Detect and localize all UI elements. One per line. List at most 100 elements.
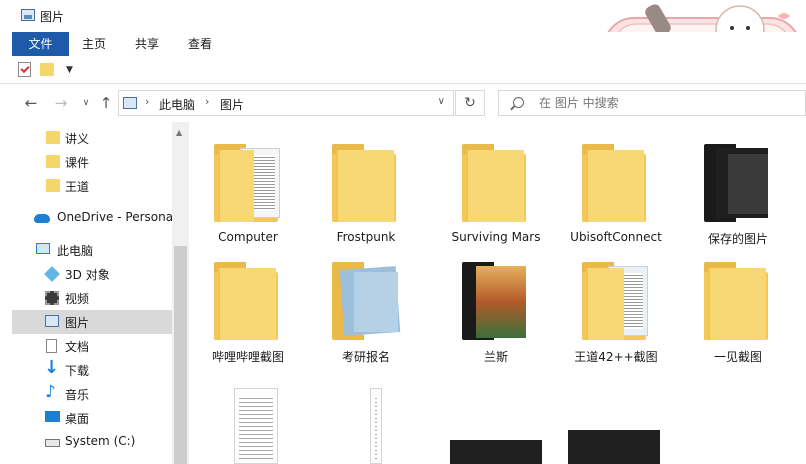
back-arrow-icon[interactable]: ← — [21, 94, 41, 112]
nav-item-label: 图片 — [65, 316, 90, 330]
window-title: 图片 — [40, 10, 65, 24]
folder-icon — [582, 262, 650, 340]
folder-label: 一见截图 — [713, 350, 762, 364]
folder-label: 兰斯 — [483, 350, 508, 364]
folder-tile[interactable]: 王道42++截图 — [560, 240, 672, 364]
nav-item-label: 文档 — [65, 340, 90, 354]
nav-item-label: 视频 — [65, 292, 90, 306]
folder-tile[interactable]: 兰斯 — [440, 240, 552, 364]
nav-item-desktop[interactable]: 桌面 — [12, 406, 172, 430]
customize-toolbar-chevron-down-icon[interactable]: ▼ — [66, 65, 73, 75]
address-history-chevron-down-icon[interactable]: ∨ — [438, 96, 445, 107]
3d-objects-icon — [44, 266, 60, 282]
tab-share[interactable]: 共享 — [122, 32, 172, 56]
search-box[interactable] — [498, 90, 806, 116]
desktop-icon — [45, 411, 60, 422]
folder-tile[interactable]: Frostpunk — [310, 122, 422, 244]
image-thumbnail[interactable] — [370, 388, 382, 464]
tab-file[interactable]: 文件 — [12, 32, 69, 56]
nav-item-label: 此电脑 — [57, 244, 94, 258]
search-input[interactable] — [539, 96, 789, 110]
folder-tile[interactable]: Surviving Mars — [440, 122, 552, 244]
computer-icon — [36, 243, 50, 254]
image-thumbnail[interactable] — [450, 440, 542, 464]
folder-icon — [46, 155, 60, 168]
up-arrow-icon[interactable]: ↑ — [96, 94, 116, 112]
folder-label: 考研报名 — [341, 350, 390, 364]
folder-icon — [332, 262, 401, 340]
image-thumbnail[interactable] — [568, 430, 660, 464]
folder-icon — [214, 262, 282, 340]
folder-tile[interactable]: 考研报名 — [310, 240, 422, 364]
pictures-icon — [45, 315, 59, 327]
folder-icon — [704, 262, 772, 340]
nav-item-3d-objects[interactable]: 3D 对象 — [12, 262, 172, 286]
folder-icon — [582, 144, 650, 222]
nav-item-label: 下载 — [65, 364, 90, 378]
nav-item-label: 王道 — [65, 180, 90, 194]
nav-item-label: 音乐 — [65, 388, 90, 402]
nav-item-label: OneDrive - Persona — [57, 210, 172, 224]
folder-icon — [214, 144, 282, 222]
address-row: ← → ∨ ↑ › 此电脑 › 图片 ∨ ↻ — [0, 86, 806, 120]
scroll-up-icon[interactable]: ▲ — [176, 128, 182, 137]
ribbon-tabs: 文件 主页 共享 查看 — [0, 32, 806, 56]
folder-tile[interactable]: UbisoftConnect — [560, 122, 672, 244]
refresh-button[interactable]: ↻ — [455, 90, 485, 116]
breadcrumb-chevron-icon[interactable]: › — [205, 95, 209, 108]
documents-icon — [46, 339, 57, 353]
folder-tile[interactable]: 保存的图片 — [682, 122, 794, 246]
nav-item-wangdao[interactable]: 王道 — [12, 174, 172, 198]
nav-item-label: 讲义 — [65, 132, 90, 146]
image-thumbnail[interactable] — [234, 388, 278, 464]
address-bar[interactable]: › 此电脑 › 图片 ∨ — [118, 90, 454, 116]
tab-view[interactable]: 查看 — [176, 32, 224, 56]
nav-item-label: 桌面 — [65, 412, 90, 426]
video-icon — [45, 291, 59, 305]
refresh-icon: ↻ — [464, 95, 476, 111]
breadcrumb-pictures[interactable]: 图片 — [220, 96, 244, 113]
folder-tile[interactable]: Computer — [192, 122, 304, 244]
folder-icon — [704, 144, 772, 222]
folder-tile[interactable]: 一见截图 — [682, 240, 794, 364]
nav-item-music[interactable]: 音乐 — [12, 382, 172, 406]
forward-arrow-icon[interactable]: → — [51, 94, 71, 112]
nav-scrollbar[interactable]: ▲ — [172, 122, 189, 464]
folder-label: 哔哩哔哩截图 — [211, 350, 284, 364]
nav-item-label: System (C:) — [65, 434, 136, 448]
tab-home[interactable]: 主页 — [70, 32, 118, 56]
nav-item-label: 课件 — [65, 156, 90, 170]
new-folder-icon[interactable] — [40, 63, 54, 76]
search-icon — [513, 97, 524, 108]
folder-icon — [462, 144, 530, 222]
onedrive-cloud-icon — [34, 214, 50, 223]
nav-item-system-c[interactable]: System (C:) — [12, 430, 172, 454]
nav-item-downloads[interactable]: 下载 — [12, 357, 172, 382]
breadcrumb-chevron-icon[interactable]: › — [145, 95, 149, 108]
navigation-pane: 讲义 课件 王道 OneDrive - Persona 此电脑 3D 对象 视频… — [0, 122, 190, 464]
nav-item-documents[interactable]: 文档 — [12, 334, 172, 358]
pictures-icon — [123, 97, 137, 109]
file-list: Computer Frostpunk Surviving Mars Ubisof… — [192, 122, 806, 464]
folder-icon — [46, 179, 60, 192]
music-icon — [45, 382, 59, 402]
breadcrumb-this-pc[interactable]: 此电脑 — [159, 96, 195, 113]
folder-label: 王道42++截图 — [574, 350, 658, 364]
nav-item-this-pc[interactable]: 此电脑 — [12, 238, 172, 262]
quick-access-toolbar: ▼ — [0, 56, 806, 84]
drive-icon — [45, 439, 60, 447]
folder-tile[interactable]: 哔哩哔哩截图 — [192, 240, 304, 364]
nav-item-jiangyi[interactable]: 讲义 — [12, 126, 172, 150]
scroll-thumb[interactable] — [174, 246, 187, 464]
folder-icon — [46, 131, 60, 144]
pictures-icon — [21, 9, 35, 21]
recent-locations-chevron-down-icon[interactable]: ∨ — [76, 98, 96, 108]
download-icon — [44, 357, 59, 378]
properties-icon[interactable] — [18, 62, 31, 77]
nav-item-kejian[interactable]: 课件 — [12, 150, 172, 174]
nav-item-pictures[interactable]: 图片 — [12, 310, 172, 334]
nav-item-onedrive[interactable]: OneDrive - Persona — [12, 206, 172, 230]
folder-icon — [332, 144, 400, 222]
nav-item-videos[interactable]: 视频 — [12, 286, 172, 310]
nav-item-label: 3D 对象 — [65, 268, 110, 282]
